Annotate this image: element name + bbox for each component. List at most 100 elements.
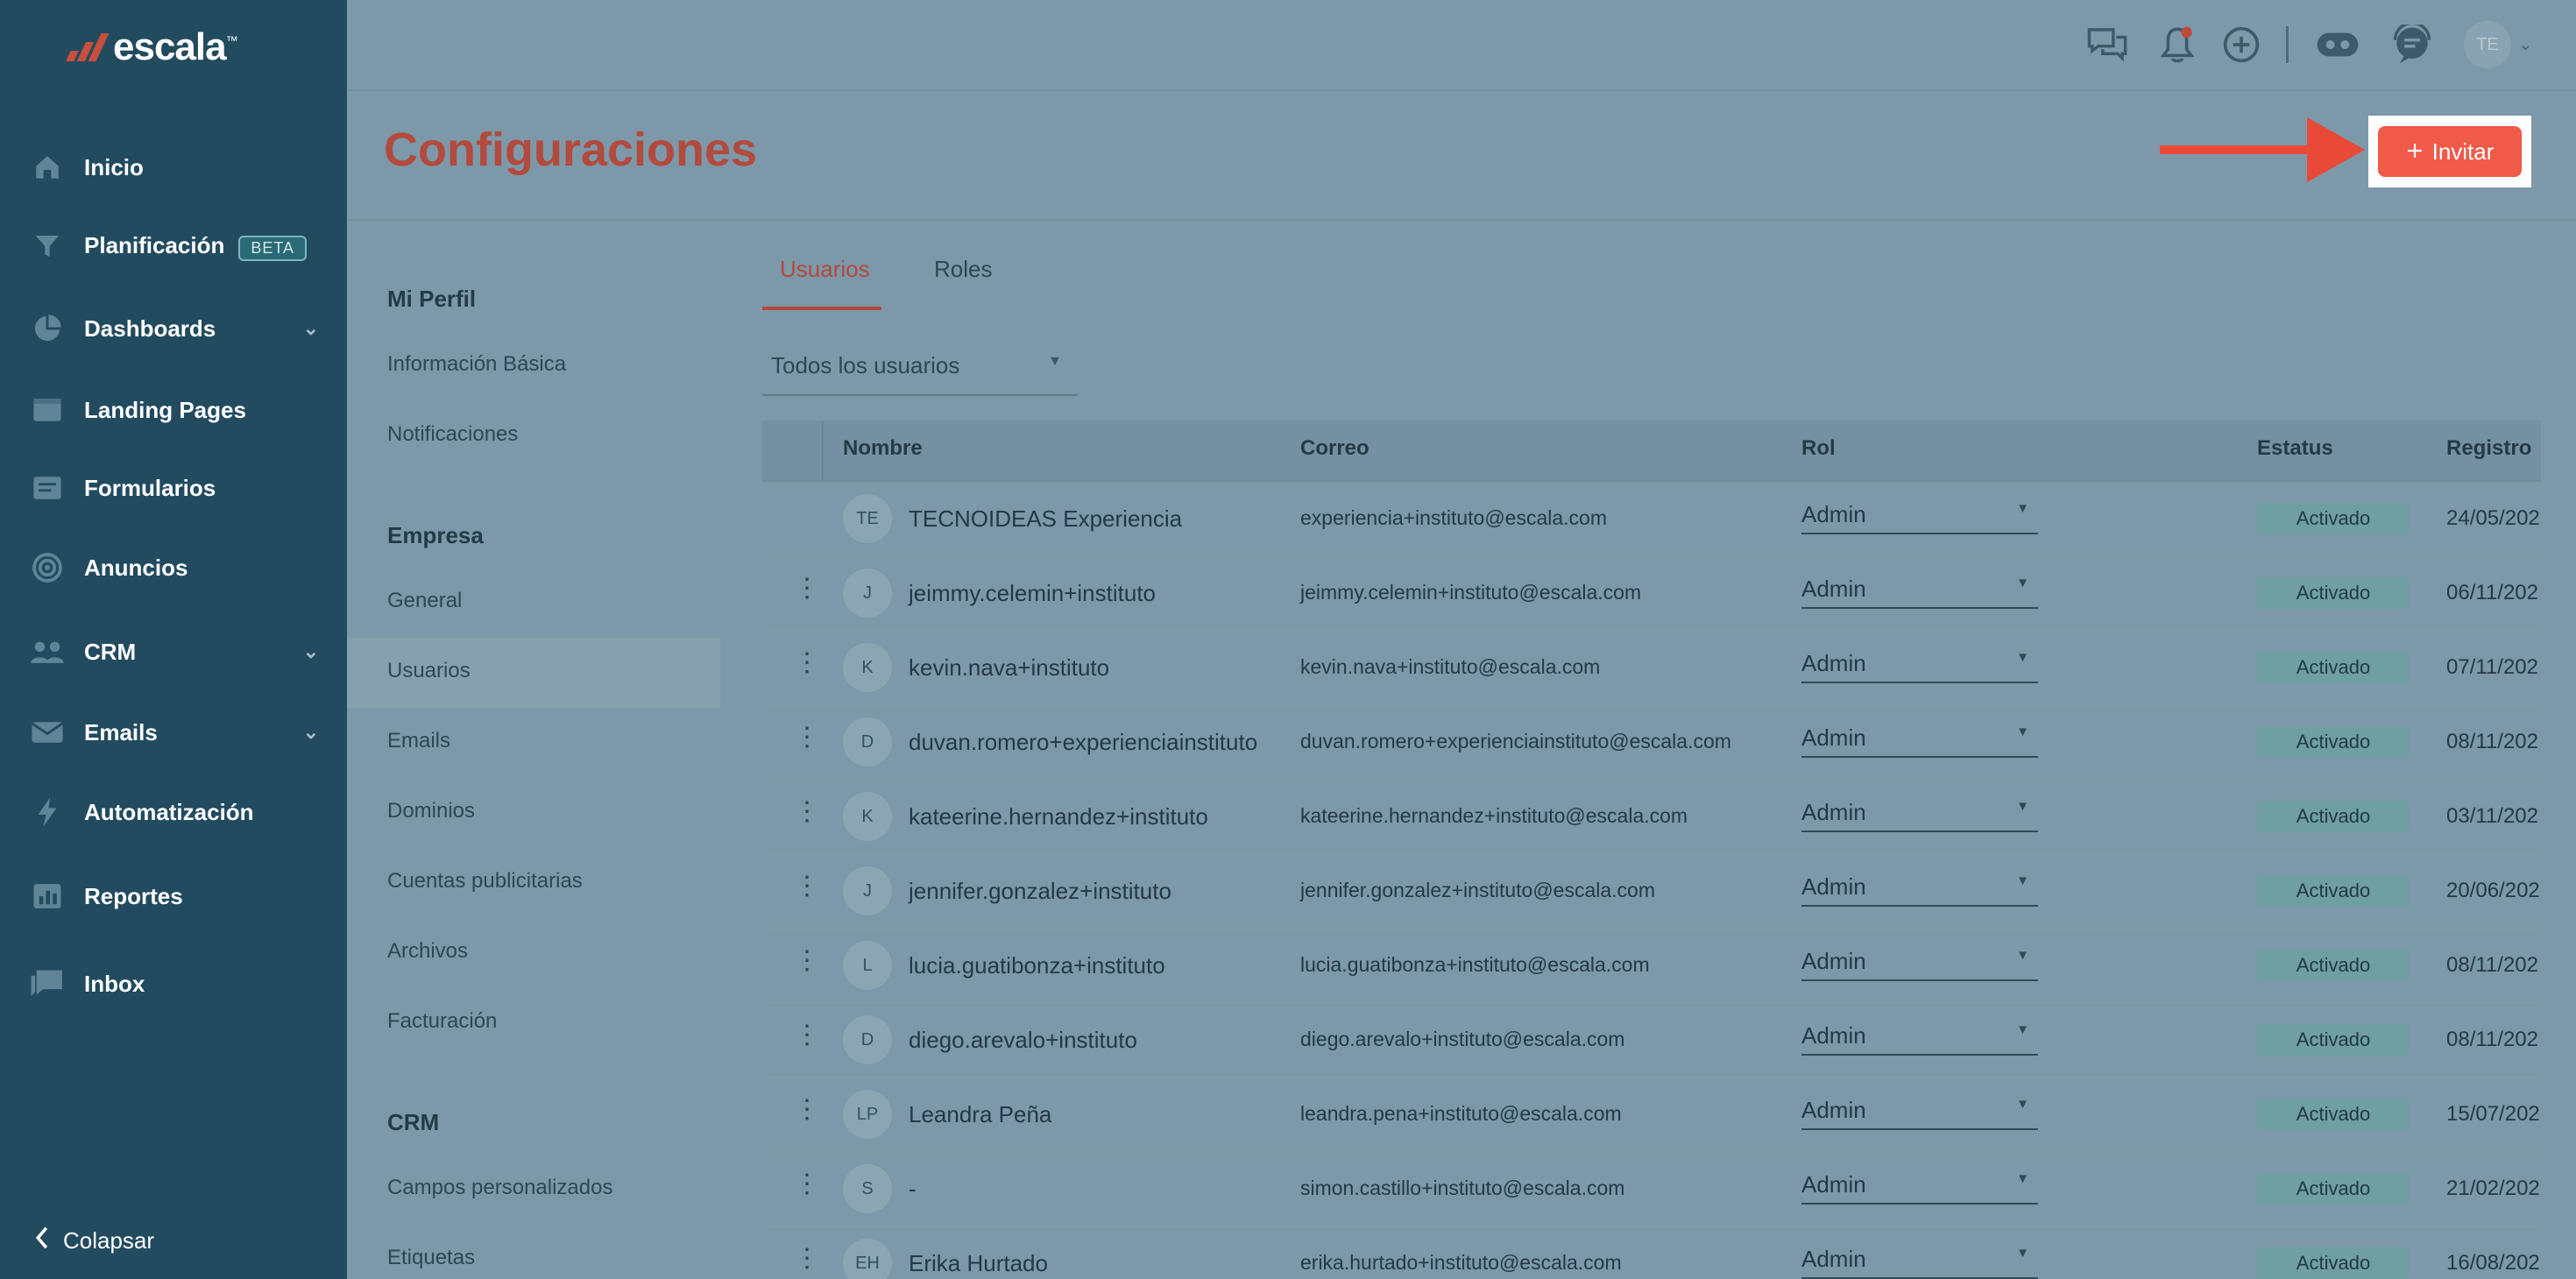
support-chat-icon[interactable] bbox=[2390, 23, 2434, 67]
sidebar-item-planificacion[interactable]: Planificación BETA bbox=[0, 216, 347, 277]
sidebar-item-inbox[interactable]: Inbox bbox=[0, 953, 347, 1014]
menu-item-dominios[interactable]: Dominios bbox=[387, 799, 475, 823]
caret-down-icon: ▼ bbox=[2016, 1097, 2029, 1112]
role-select[interactable]: Admin ▼ bbox=[1801, 1012, 2038, 1056]
users-table: Nombre Correo Rol Estatus Registro TE TEC… bbox=[762, 420, 2541, 1279]
role-select[interactable]: Admin ▼ bbox=[1801, 937, 2038, 981]
menu-item-informacion-basica[interactable]: Información Básica bbox=[387, 352, 566, 377]
table-header: Nombre Correo Rol Estatus Registro bbox=[762, 420, 2541, 482]
avatar: D bbox=[843, 1015, 892, 1064]
avatar: K bbox=[843, 643, 892, 692]
avatar: J bbox=[843, 569, 892, 618]
registration-date: 08/11/202 bbox=[2446, 730, 2538, 753]
user-email: leandra.pena+instituto@escala.com bbox=[1300, 1102, 1622, 1125]
table-row[interactable]: ⋮ Dduvan.romero+experienciainstituto duvan… bbox=[762, 705, 2541, 781]
user-avatar[interactable]: TE bbox=[2464, 21, 2511, 68]
row-menu-icon[interactable]: ⋮ bbox=[794, 576, 820, 602]
brand-logo[interactable]: escala ™ bbox=[66, 23, 238, 72]
column-header-registro[interactable]: Registro bbox=[2446, 436, 2531, 461]
chat-bubbles-icon[interactable] bbox=[2085, 23, 2129, 67]
sidebar-item-automatizacion[interactable]: Automatización bbox=[0, 781, 347, 843]
user-filter-select[interactable]: Todos los usuarios ▼ bbox=[762, 342, 1078, 396]
row-menu-icon[interactable]: ⋮ bbox=[794, 799, 820, 825]
status-badge: Activado bbox=[2257, 726, 2410, 758]
menu-item-notificaciones[interactable]: Notificaciones bbox=[387, 422, 518, 447]
row-menu-icon[interactable]: ⋮ bbox=[794, 724, 820, 751]
registration-date: 16/08/202 bbox=[2446, 1251, 2540, 1275]
status-badge: Activado bbox=[2257, 577, 2410, 609]
menu-item-emails[interactable]: Emails bbox=[387, 729, 450, 753]
row-menu-icon[interactable]: ⋮ bbox=[794, 1171, 820, 1198]
role-select[interactable]: Admin ▼ bbox=[1801, 1235, 2038, 1279]
role-select[interactable]: Admin ▼ bbox=[1801, 491, 2038, 534]
row-menu-icon[interactable]: ⋮ bbox=[794, 650, 820, 676]
role-select[interactable]: Admin ▼ bbox=[1801, 640, 2038, 683]
table-row[interactable]: ⋮ Ddiego.arevalo+instituto diego.arevalo+i… bbox=[762, 1003, 2541, 1078]
row-menu-icon[interactable]: ⋮ bbox=[794, 1246, 820, 1272]
role-select[interactable]: Admin ▼ bbox=[1801, 788, 2038, 832]
sidebar-item-landing-pages[interactable]: Landing Pages bbox=[0, 379, 347, 441]
sidebar-item-dashboards[interactable]: Dashboards ⌄ bbox=[0, 298, 347, 359]
row-menu-icon[interactable]: ⋮ bbox=[794, 873, 820, 900]
chevron-down-icon: ⌄ bbox=[302, 317, 319, 339]
user-name: duvan.romero+experienciainstituto bbox=[909, 729, 1258, 755]
table-row[interactable]: ⋮ EH Erika Hurtado erika.hurtado+instituto@… bbox=[762, 1226, 2541, 1279]
chevron-down-icon[interactable]: ⌄ bbox=[2518, 33, 2533, 55]
invite-button[interactable]: Invitar bbox=[2378, 126, 2522, 177]
column-header-rol[interactable]: Rol bbox=[1801, 436, 1836, 461]
invite-label: Invitar bbox=[2431, 138, 2495, 165]
menu-item-archivos[interactable]: Archivos bbox=[387, 939, 468, 964]
caret-down-icon: ▼ bbox=[2016, 576, 2029, 590]
table-row[interactable]: ⋮ Kkateerine.hernandez+instituto kateerine… bbox=[762, 780, 2541, 855]
role-select[interactable]: Admin ▼ bbox=[1801, 565, 2038, 609]
role-select[interactable]: Admin ▼ bbox=[1801, 714, 2038, 758]
plus-circle-icon[interactable] bbox=[2219, 23, 2263, 67]
user-name: kevin.nava+instituto bbox=[909, 654, 1110, 681]
chevron-left-icon bbox=[35, 1226, 49, 1255]
collapse-sidebar-button[interactable]: Colapsar bbox=[35, 1226, 154, 1255]
column-header-estatus[interactable]: Estatus bbox=[2257, 436, 2333, 461]
header-divider bbox=[822, 420, 824, 480]
row-menu-icon[interactable]: ⋮ bbox=[794, 1022, 820, 1049]
gamepad-icon[interactable] bbox=[2316, 23, 2360, 67]
table-row[interactable]: ⋮ Kkevin.nava+instituto kevin.nava+institu… bbox=[762, 631, 2541, 706]
menu-item-facturacion[interactable]: Facturación bbox=[387, 1009, 497, 1034]
sidebar-item-label: Dashboards bbox=[84, 314, 216, 342]
sidebar-item-inicio[interactable]: Inicio bbox=[0, 137, 347, 198]
menu-section-crm: CRM bbox=[387, 1109, 440, 1135]
role-select[interactable]: Admin ▼ bbox=[1801, 863, 2038, 907]
role-select[interactable]: Admin ▼ bbox=[1801, 1161, 2038, 1205]
tab-roles[interactable]: Roles bbox=[934, 256, 992, 283]
table-row[interactable]: ⋮ LP Leandra Peña leandra.pena+instituto@es… bbox=[762, 1078, 2541, 1153]
menu-item-usuarios[interactable]: Usuarios bbox=[387, 659, 471, 683]
pie-chart-icon bbox=[30, 311, 65, 346]
sidebar-item-label: Emails bbox=[84, 718, 158, 745]
table-row[interactable]: ⋮ Jjennifer.gonzalez+instituto jennifer.go… bbox=[762, 854, 2541, 929]
user-name: jennifer.gonzalez+instituto bbox=[909, 878, 1171, 904]
menu-item-general[interactable]: General bbox=[387, 589, 462, 613]
sidebar-item-formularios[interactable]: Formularios bbox=[0, 457, 347, 519]
caret-down-icon: ▼ bbox=[2016, 650, 2029, 665]
sidebar-item-reportes[interactable]: Reportes bbox=[0, 866, 347, 927]
sidebar-item-crm[interactable]: CRM ⌄ bbox=[0, 621, 347, 682]
role-value: Admin bbox=[1801, 1022, 1866, 1049]
table-row[interactable]: ⋮ Jjeimmy.celemin+instituto jeimmy.celemin… bbox=[762, 556, 2541, 632]
menu-item-etiquetas[interactable]: Etiquetas bbox=[387, 1246, 475, 1270]
column-header-correo[interactable]: Correo bbox=[1300, 436, 1369, 461]
menu-item-cuentas-publicitarias[interactable]: Cuentas publicitarias bbox=[387, 869, 583, 894]
column-header-nombre[interactable]: Nombre bbox=[843, 436, 923, 461]
status-badge: Activado bbox=[2257, 1099, 2410, 1130]
menu-item-campos-personalizados[interactable]: Campos personalizados bbox=[387, 1176, 612, 1200]
tab-usuarios[interactable]: Usuarios bbox=[780, 256, 870, 283]
role-select[interactable]: Admin ▼ bbox=[1801, 1086, 2038, 1130]
table-row[interactable]: ⋮ S - simon.castillo+instituto@escala.com Ad… bbox=[762, 1152, 2541, 1227]
row-menu-icon[interactable]: ⋮ bbox=[794, 1097, 820, 1123]
bell-icon[interactable] bbox=[2155, 23, 2199, 67]
table-row[interactable]: TE TECNOIDEAS Experiencia experiencia+inst… bbox=[762, 482, 2541, 557]
sidebar-item-emails[interactable]: Emails ⌄ bbox=[0, 702, 347, 763]
table-row[interactable]: ⋮ Llucia.guatibonza+instituto lucia.guatib… bbox=[762, 929, 2541, 1004]
caret-down-icon: ▼ bbox=[2016, 724, 2029, 739]
row-menu-icon[interactable]: ⋮ bbox=[794, 948, 820, 974]
sidebar-item-anuncios[interactable]: Anuncios bbox=[0, 537, 347, 598]
sidebar-item-label: Planificación bbox=[84, 231, 225, 258]
